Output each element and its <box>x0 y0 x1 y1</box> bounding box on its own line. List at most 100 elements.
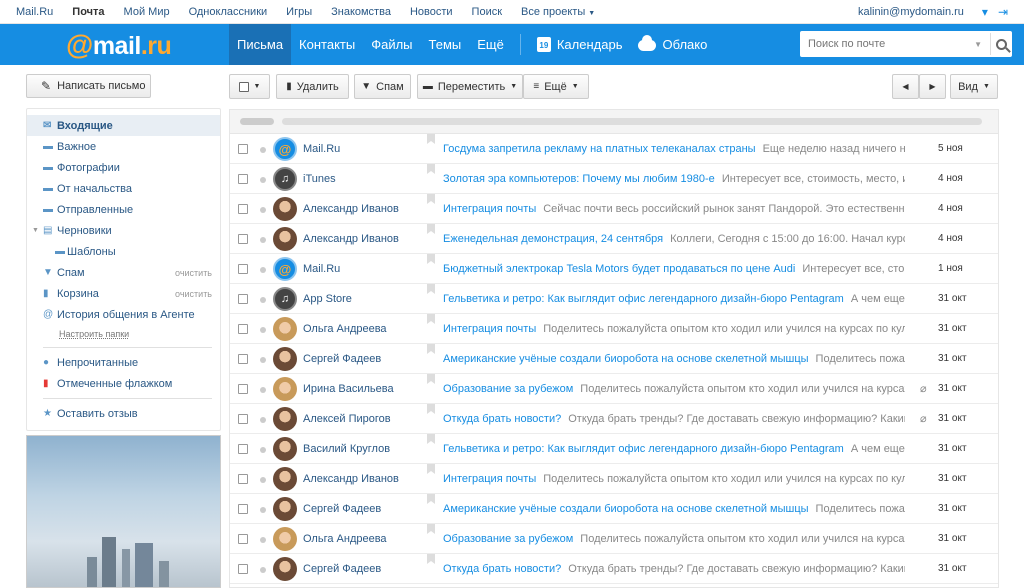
clean-spam-link[interactable]: очистить <box>175 268 212 278</box>
feedback-link[interactable]: ★ Оставить отзыв <box>27 403 220 424</box>
folder-spam[interactable]: ▼ Спам очистить <box>27 262 220 283</box>
user-email-link[interactable]: kalinin@mydomain.ru <box>858 6 964 18</box>
message-row[interactable]: Александр Иванов Интеграция почты Поделите… <box>230 464 998 494</box>
read-status-dot[interactable] <box>260 237 266 243</box>
flag-icon[interactable] <box>427 524 435 534</box>
message-row[interactable]: Алексей Пирогов Откуда брать новости? Отку… <box>230 404 998 434</box>
portal-link-poisk[interactable]: Поиск <box>472 6 502 18</box>
clean-trash-link[interactable]: очистить <box>175 289 212 299</box>
message-checkbox[interactable] <box>238 294 248 304</box>
read-status-dot[interactable] <box>260 357 266 363</box>
tab-cloud[interactable]: Облако <box>630 24 715 65</box>
portal-link-all-projects[interactable]: Все проекты ▼ <box>521 6 595 18</box>
flag-icon[interactable] <box>427 194 435 204</box>
flag-icon[interactable] <box>427 554 435 564</box>
message-row[interactable]: Ольга Андреева Интеграция почты Поделитесь… <box>230 314 998 344</box>
message-row[interactable]: ♫ App Store Гельветика и ретро: Как выгляд… <box>230 284 998 314</box>
portal-link-moy-mir[interactable]: Мой Мир <box>124 6 170 18</box>
message-checkbox[interactable] <box>238 264 248 274</box>
tab-more[interactable]: Ещё <box>469 24 512 65</box>
read-status-dot[interactable] <box>260 477 266 483</box>
next-page-button[interactable]: ▶ <box>919 74 946 99</box>
flag-icon[interactable] <box>427 404 435 414</box>
view-button[interactable]: Вид ▼ <box>950 74 998 99</box>
message-row[interactable]: Ирина Васильева Образование за рубежом Под… <box>230 374 998 404</box>
read-status-dot[interactable] <box>260 177 266 183</box>
folder-sent[interactable]: ▬ Отправленные <box>27 199 220 220</box>
message-checkbox[interactable] <box>238 414 248 424</box>
read-status-dot[interactable] <box>260 267 266 273</box>
tab-themes[interactable]: Темы <box>421 24 470 65</box>
read-status-dot[interactable] <box>260 387 266 393</box>
folder-agent-history[interactable]: @ История общения в Агенте <box>27 304 220 325</box>
message-row[interactable]: Василий Круглов Гельветика и ретро: Как в… <box>230 434 998 464</box>
advert-image[interactable] <box>26 435 221 588</box>
setup-folders-link[interactable]: Настроить папки <box>27 325 220 343</box>
message-row[interactable]: Александр Иванов Еженедельная демонстраци… <box>230 224 998 254</box>
read-status-dot[interactable] <box>260 537 266 543</box>
message-checkbox[interactable] <box>238 174 248 184</box>
read-status-dot[interactable] <box>260 147 266 153</box>
collapse-triangle-icon[interactable]: ▼ <box>32 227 39 234</box>
flag-icon[interactable] <box>427 284 435 294</box>
filter-flagged[interactable]: ▮ Отмеченные флажком <box>27 373 220 394</box>
flag-icon[interactable] <box>427 164 435 174</box>
message-checkbox[interactable] <box>238 354 248 364</box>
tab-letters[interactable]: Письма <box>229 24 292 65</box>
portal-link-novosti[interactable]: Новости <box>410 6 453 18</box>
folder-templates[interactable]: ▬ Шаблоны <box>27 241 220 262</box>
more-actions-button[interactable]: ≡ Ещё ▼ <box>523 74 589 99</box>
portal-link-pochta[interactable]: Почта <box>72 6 104 18</box>
read-status-dot[interactable] <box>260 327 266 333</box>
message-checkbox[interactable] <box>238 504 248 514</box>
search-options-chevron-icon[interactable]: ▼ <box>974 40 982 49</box>
filter-unread[interactable]: ● Непрочитанные <box>27 352 220 373</box>
prev-page-button[interactable]: ◀ <box>892 74 919 99</box>
folder-photos[interactable]: ▬ Фотографии <box>27 157 220 178</box>
flag-icon[interactable] <box>427 254 435 264</box>
read-status-dot[interactable] <box>260 447 266 453</box>
folder-drafts[interactable]: ▼ ▤ Черновики <box>27 220 220 241</box>
message-row[interactable]: Сергей Фадеев Американские учёные создали… <box>230 494 998 524</box>
message-checkbox[interactable] <box>238 384 248 394</box>
user-dropdown-chevron-icon[interactable]: ▾ <box>982 5 988 19</box>
tab-files[interactable]: Файлы <box>363 24 420 65</box>
tab-contacts[interactable]: Контакты <box>291 24 363 65</box>
message-checkbox[interactable] <box>238 234 248 244</box>
tab-calendar[interactable]: 19 Календарь <box>529 24 631 65</box>
flag-icon[interactable] <box>427 344 435 354</box>
message-checkbox[interactable] <box>238 534 248 544</box>
flag-icon[interactable] <box>427 434 435 444</box>
read-status-dot[interactable] <box>260 567 266 573</box>
folder-from-boss[interactable]: ▬ От начальства <box>27 178 220 199</box>
portal-link-znakomstva[interactable]: Знакомства <box>331 6 391 18</box>
read-status-dot[interactable] <box>260 417 266 423</box>
select-all-button[interactable]: ▼ <box>229 74 270 99</box>
delete-button[interactable]: ▮ Удалить <box>276 74 349 99</box>
read-status-dot[interactable] <box>260 297 266 303</box>
portal-link-odnoklassniki[interactable]: Одноклассники <box>189 6 268 18</box>
read-status-dot[interactable] <box>260 207 266 213</box>
logout-icon[interactable]: ⇥ <box>998 5 1008 19</box>
folder-important[interactable]: ▬ Важное <box>27 136 220 157</box>
read-status-dot[interactable] <box>260 507 266 513</box>
portal-link-igry[interactable]: Игры <box>286 6 312 18</box>
flag-icon[interactable] <box>427 314 435 324</box>
message-checkbox[interactable] <box>238 474 248 484</box>
message-checkbox[interactable] <box>238 324 248 334</box>
folder-inbox[interactable]: ✉ Входящие <box>27 115 220 136</box>
message-row[interactable]: @ Mail.Ru Госдума запретила рекламу на пла… <box>230 134 998 164</box>
move-button[interactable]: ▬ Переместить ▼ <box>417 74 523 99</box>
flag-icon[interactable] <box>427 494 435 504</box>
portal-link-mailru[interactable]: Mail.Ru <box>16 6 53 18</box>
compose-button[interactable]: ✎ Написать письмо <box>26 74 151 98</box>
message-row[interactable]: Александр Иванов Интеграция почты Сейчас п… <box>230 194 998 224</box>
search-input[interactable] <box>800 38 975 50</box>
message-row[interactable]: Сергей Фадеев Американские учёные создали… <box>230 344 998 374</box>
message-row[interactable]: @ Mail.Ru Бюджетный электрокар Tesla Motor… <box>230 254 998 284</box>
message-checkbox[interactable] <box>238 144 248 154</box>
message-row[interactable]: Сергей Фадеев Откуда брать новости? Откуда… <box>230 554 998 584</box>
flag-icon[interactable] <box>427 224 435 234</box>
spam-button[interactable]: ▼ Спам <box>354 74 411 99</box>
folder-trash[interactable]: ▮ Корзина очистить <box>27 283 220 304</box>
